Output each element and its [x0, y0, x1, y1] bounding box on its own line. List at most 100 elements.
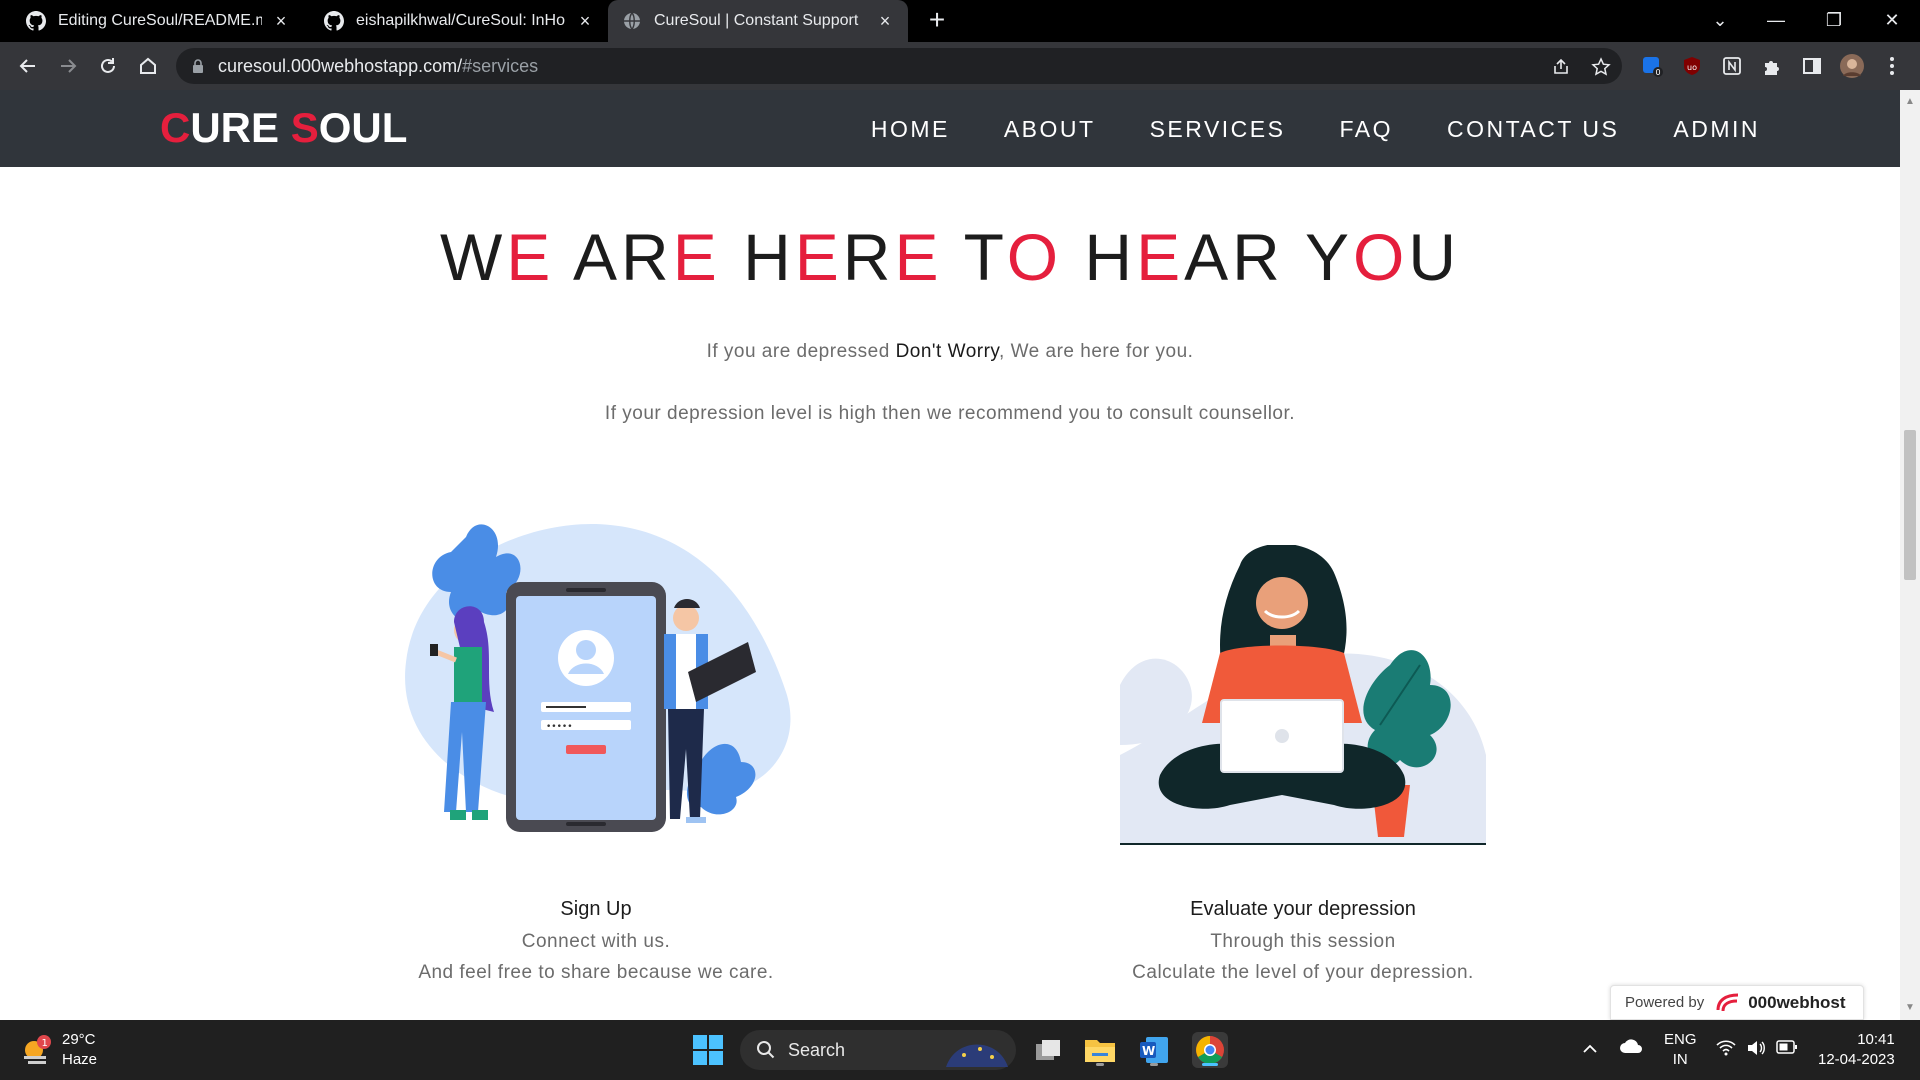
tab-curesoul[interactable]: CureSoul | Constant Support ×	[608, 0, 908, 42]
word-icon[interactable]: W	[1136, 1032, 1172, 1068]
svg-text:W: W	[1142, 1044, 1155, 1058]
nav-admin[interactable]: ADMIN	[1673, 116, 1760, 143]
tab-editing-readme[interactable]: Editing CureSoul/README.md at ×	[12, 0, 304, 42]
tab-title: CureSoul | Constant Support	[654, 12, 859, 29]
clock-time: 10:41	[1857, 1031, 1895, 1048]
arrow-left-icon	[19, 59, 35, 73]
scroll-down-icon[interactable]: ▼	[1904, 1002, 1916, 1014]
home-icon	[140, 57, 156, 74]
000webhost-logo-icon	[1716, 993, 1739, 1011]
wifi-icon[interactable]	[1716, 1040, 1736, 1062]
avatar[interactable]	[1840, 54, 1864, 78]
ublock-icon[interactable]: uo	[1680, 54, 1704, 78]
running-indicator	[1096, 1063, 1104, 1066]
onedrive-icon[interactable]	[1620, 1038, 1644, 1060]
card-text: Calculate the level of your depression.	[1132, 962, 1474, 983]
scroll-thumb[interactable]	[1904, 430, 1916, 580]
tab-github-repo[interactable]: eishapilkhwal/CureSoul: InHouse ×	[310, 0, 608, 42]
weather-badge: 1	[42, 1038, 48, 1049]
tab-search-chevron-icon[interactable]: ⌄	[1692, 0, 1748, 40]
main-nav: HOME ABOUT SERVICES FAQ CONTACT US ADMIN	[871, 116, 1760, 143]
card-title: Sign Up	[560, 898, 632, 920]
hero-title: WE ARE HERE TO HEAR YOU	[0, 219, 1900, 295]
running-indicator	[1150, 1063, 1158, 1066]
nav-services[interactable]: SERVICES	[1150, 116, 1286, 143]
tab-title: Editing CureSoul/README.md at	[58, 12, 262, 29]
url-host: curesoul.000webhostapp.com/	[218, 56, 463, 76]
nav-about[interactable]: ABOUT	[1004, 116, 1096, 143]
title-part: W	[439, 220, 507, 294]
extension-badge-icon[interactable]: 0	[1640, 54, 1664, 78]
reload-icon	[101, 58, 115, 73]
taskbar: 1 29°C Haze Search W ENG IN 10:41 12-04-…	[0, 1020, 1920, 1080]
site-logo[interactable]: CURE SOUL	[160, 104, 407, 152]
side-panel-icon[interactable]	[1800, 54, 1824, 78]
github-icon	[26, 11, 46, 31]
forward-button[interactable]	[52, 50, 84, 82]
title-part: E	[1136, 220, 1185, 294]
home-button[interactable]	[132, 50, 164, 82]
svg-text:•••••: •••••	[546, 722, 573, 732]
bookmark-star-icon[interactable]	[1590, 56, 1612, 78]
title-part: H	[720, 220, 795, 294]
restore-button[interactable]: ❐	[1806, 0, 1862, 40]
share-icon[interactable]	[1550, 56, 1572, 78]
weather-temp: 29°C	[62, 1031, 96, 1048]
tagline: If you are depressed Don't Worry, We are…	[0, 341, 1900, 363]
clock-date: 12-04-2023	[1818, 1051, 1895, 1068]
card-text: And feel free to share because we care.	[418, 962, 774, 983]
search-icon	[757, 1041, 775, 1059]
scroll-up-icon[interactable]: ▲	[1904, 96, 1916, 108]
notion-icon[interactable]	[1720, 54, 1744, 78]
show-hidden-icons[interactable]	[1582, 1040, 1598, 1060]
taskbar-search[interactable]: Search	[740, 1030, 1016, 1070]
services-section: WE ARE HERE TO HEAR YOU If you are depre…	[0, 167, 1900, 1020]
card-text: Through this session	[1210, 931, 1396, 952]
active-indicator	[1202, 1063, 1218, 1066]
close-icon[interactable]: ×	[576, 11, 594, 32]
windows-start-icon[interactable]	[692, 1034, 724, 1066]
card-text: Connect with us.	[521, 931, 671, 952]
new-tab-button[interactable]: +	[922, 6, 952, 36]
browser-toolbar: curesoul.000webhostapp.com/#services 0 u…	[0, 42, 1920, 90]
address-bar[interactable]: curesoul.000webhostapp.com/#services	[176, 48, 1622, 84]
url-text: curesoul.000webhostapp.com/#services	[218, 56, 538, 77]
tab-title: eishapilkhwal/CureSoul: InHouse	[356, 12, 566, 29]
menu-dots-icon[interactable]	[1880, 54, 1904, 78]
title-part: H	[1062, 220, 1137, 294]
back-button[interactable]	[12, 50, 44, 82]
page-scrollbar[interactable]: ▲ ▼	[1900, 90, 1920, 1020]
reload-button[interactable]	[92, 50, 124, 82]
file-explorer-icon[interactable]	[1082, 1032, 1118, 1068]
nav-home[interactable]: HOME	[871, 116, 950, 143]
weather-widget[interactable]: 1 29°C Haze	[20, 1030, 97, 1070]
tagline-text: , We are here for you.	[999, 341, 1194, 362]
volume-icon[interactable]	[1746, 1040, 1766, 1062]
close-icon[interactable]: ×	[876, 11, 894, 32]
minimize-button[interactable]: —	[1748, 0, 1804, 40]
svg-text:uo: uo	[1687, 63, 1697, 72]
close-window-button[interactable]: ✕	[1864, 0, 1920, 40]
title-part: AR Y	[1184, 220, 1353, 294]
chrome-icon[interactable]	[1192, 1032, 1228, 1068]
search-highlight-icon	[946, 1044, 1008, 1067]
logo-letter-c: C	[160, 104, 191, 151]
close-icon[interactable]: ×	[272, 11, 290, 32]
browser-tab-strip: Editing CureSoul/README.md at × eishapil…	[0, 0, 1920, 42]
nav-contact-us[interactable]: CONTACT US	[1447, 116, 1619, 143]
battery-icon[interactable]	[1776, 1040, 1798, 1060]
title-part: O	[1006, 220, 1063, 294]
nav-faq[interactable]: FAQ	[1339, 116, 1393, 143]
powered-brand: 000webhost	[1748, 992, 1846, 1012]
powered-by-badge[interactable]: Powered by 000webhost	[1610, 985, 1864, 1020]
site-header: CURE SOUL HOME ABOUT SERVICES FAQ CONTAC…	[0, 90, 1900, 167]
puzzle-icon[interactable]	[1760, 54, 1784, 78]
title-part: AR	[554, 220, 673, 294]
lock-icon	[193, 59, 203, 73]
tagline-text: If you are depressed	[706, 341, 896, 362]
tagline-bold: Don't Worry	[895, 341, 1000, 362]
task-view-icon[interactable]	[1030, 1032, 1066, 1068]
language-indicator[interactable]: ENG IN	[1664, 1030, 1697, 1070]
title-part: E	[672, 220, 721, 294]
clock[interactable]: 10:41 12-04-2023	[1818, 1030, 1895, 1070]
